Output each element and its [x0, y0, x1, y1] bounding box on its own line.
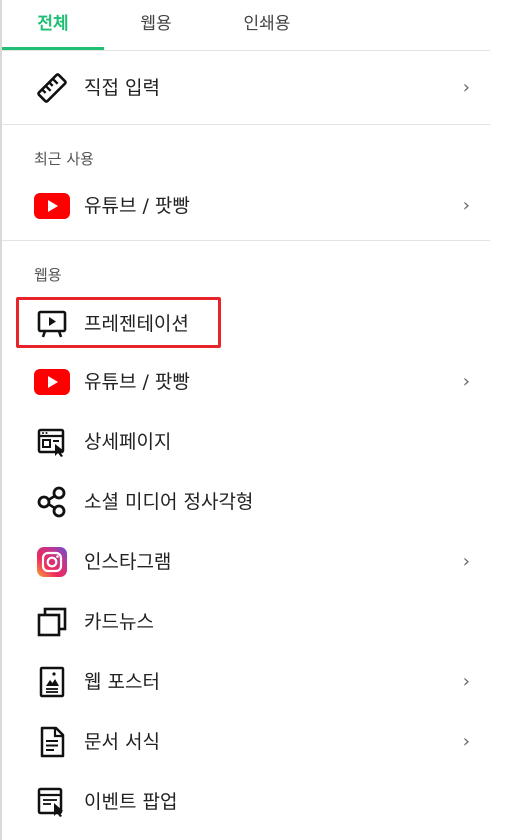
web-item-label: 소셜 미디어 정사각형: [84, 491, 254, 513]
ruler-icon: [34, 72, 70, 104]
chevron-right-icon: ›: [462, 731, 470, 752]
web-item-label: 웹 포스터: [84, 671, 160, 693]
card-news-icon: [34, 606, 70, 638]
web-item-document-form[interactable]: 문서 서식 ›: [2, 714, 490, 770]
recent-section-label: 최근 사용: [34, 150, 94, 168]
poster-icon: [34, 666, 70, 698]
web-item-presentation[interactable]: 프레젠테이션: [2, 296, 490, 352]
youtube-icon: [34, 366, 70, 398]
direct-input-item[interactable]: 직접 입력 ›: [2, 60, 490, 116]
web-item-label: 상세페이지: [84, 431, 172, 453]
chevron-right-icon: ›: [462, 77, 470, 98]
web-item-label: 카드뉴스: [84, 611, 154, 633]
web-item-detail-page[interactable]: 상세페이지: [2, 414, 490, 470]
tab-all[interactable]: 전체: [2, 0, 104, 50]
detail-page-icon: [34, 426, 70, 458]
chevron-right-icon: ›: [462, 551, 470, 572]
web-item-label: 프레젠테이션: [84, 313, 189, 335]
presentation-icon: [34, 308, 70, 340]
chevron-right-icon: ›: [462, 195, 470, 216]
tab-print[interactable]: 인쇄용: [208, 0, 326, 48]
chevron-right-icon: ›: [462, 371, 470, 392]
web-item-label: 유튜브 / 팟빵: [84, 371, 190, 393]
web-section-label: 웹용: [34, 266, 62, 284]
category-tabs: 전체 웹용 인쇄용: [2, 0, 490, 50]
tab-web[interactable]: 웹용: [104, 0, 208, 48]
youtube-icon: [34, 190, 70, 222]
document-icon: [34, 726, 70, 758]
web-item-social-square[interactable]: 소셜 미디어 정사각형: [2, 474, 490, 530]
web-item-label: 인스타그램: [84, 551, 172, 573]
tabs-divider: [2, 50, 490, 51]
web-item-web-poster[interactable]: 웹 포스터 ›: [2, 654, 490, 710]
web-item-youtube[interactable]: 유튜브 / 팟빵 ›: [2, 354, 490, 410]
event-popup-icon: [34, 786, 70, 818]
web-item-card-news[interactable]: 카드뉴스: [2, 594, 490, 650]
web-item-label: 문서 서식: [84, 731, 160, 753]
divider: [2, 240, 490, 241]
direct-input-label: 직접 입력: [84, 77, 160, 99]
share-icon: [34, 486, 70, 518]
recent-item-label: 유튜브 / 팟빵: [84, 195, 190, 217]
web-item-instagram[interactable]: 인스타그램 ›: [2, 534, 490, 590]
instagram-icon: [34, 546, 70, 578]
recent-item-youtube[interactable]: 유튜브 / 팟빵 ›: [2, 178, 490, 234]
chevron-right-icon: ›: [462, 671, 470, 692]
divider: [2, 124, 490, 125]
web-item-label: 이벤트 팝업: [84, 791, 178, 813]
web-item-event-popup[interactable]: 이벤트 팝업: [2, 774, 490, 830]
